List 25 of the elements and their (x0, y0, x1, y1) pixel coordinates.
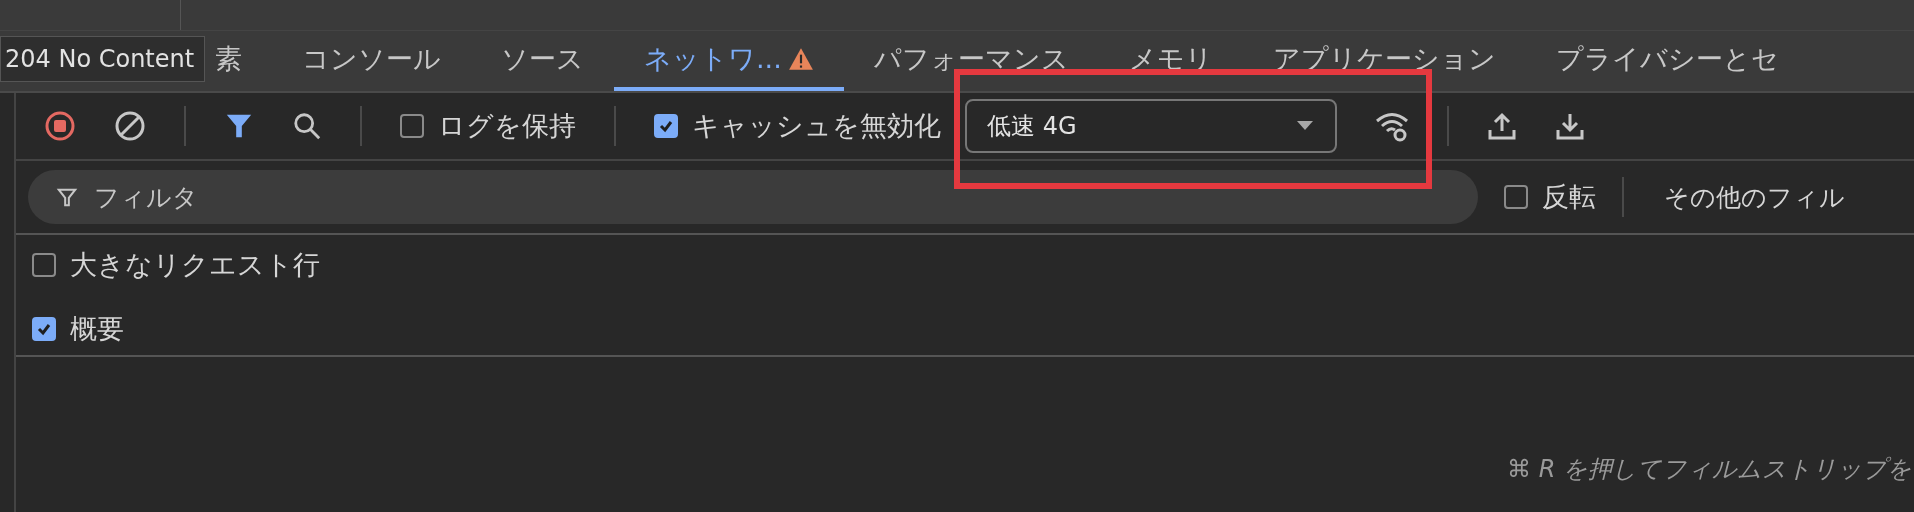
filter-field[interactable]: フィルタ (28, 170, 1478, 224)
panel-tab[interactable]: プライバシーとセ (1525, 31, 1809, 91)
throttling-dropdown[interactable]: 低速 4G (965, 99, 1337, 153)
wifi-settings-icon[interactable] (1375, 110, 1409, 142)
invert-checkbox[interactable]: 反転 (1504, 179, 1596, 215)
option-checkbox[interactable]: 概要 (32, 309, 1914, 349)
caret-icon (1297, 121, 1313, 131)
filter-icon (56, 186, 78, 208)
panel-tab[interactable]: ネットワ... (614, 31, 844, 91)
upload-icon[interactable] (1487, 111, 1517, 141)
panel-tab[interactable]: パフォーマンス (843, 31, 1099, 91)
panel-tab[interactable]: ソース (471, 31, 614, 91)
status-tooltip: 204 No Content (0, 36, 206, 82)
disable-cache-checkbox[interactable]: キャッシュを無効化 (654, 108, 941, 144)
warning-icon (787, 47, 814, 71)
panel-tab[interactable]: 素 (215, 31, 272, 91)
clear-icon[interactable] (114, 110, 146, 142)
search-icon[interactable] (292, 111, 322, 141)
download-icon[interactable] (1555, 111, 1585, 141)
record-icon[interactable] (44, 110, 76, 142)
option-checkbox[interactable]: 大きなリクエスト行 (32, 245, 1914, 285)
more-filters-button[interactable]: その他のフィル (1664, 180, 1845, 214)
preserve-log-checkbox[interactable]: ログを保持 (400, 108, 576, 144)
panel-tab[interactable]: コンソール (272, 31, 471, 91)
hint-text: ⌘ R を押してフィルムストリップを (1507, 454, 1912, 485)
